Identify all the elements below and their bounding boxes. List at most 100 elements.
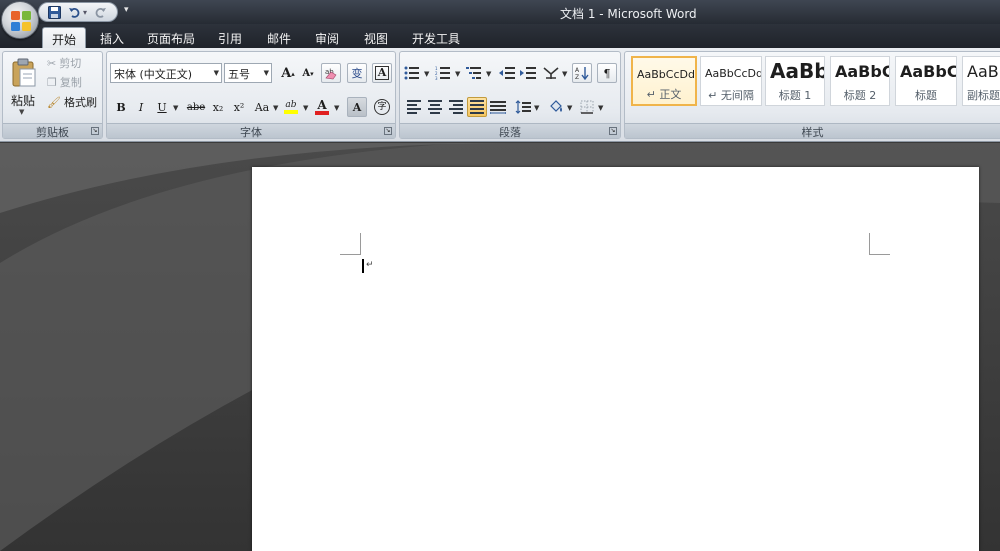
paste-icon[interactable] [11,58,37,88]
increase-indent-button[interactable] [518,63,538,83]
styles-gallery: AaBbCcDd ↵ 正文 AaBbCcDd ↵ 无间隔 AaBb 标题 1 A… [629,56,1000,108]
chinese-layout-button[interactable] [541,63,561,83]
decrease-indent-button[interactable] [497,63,517,83]
subscript-button[interactable]: x₂ [208,97,228,117]
chevron-down-icon: ▼ [213,69,219,77]
style-tile-heading-1[interactable]: AaBb 标题 1 [765,56,825,106]
tab-home[interactable]: 开始 [42,27,86,48]
style-tile-title[interactable]: AaBbC 标题 [895,56,957,106]
font-dialog-launcher-icon[interactable]: ↘ [384,127,392,135]
style-tile-no-spacing[interactable]: AaBbCcDd ↵ 无间隔 [700,56,762,106]
character-shading-button[interactable]: A [347,97,367,117]
font-color-dropdown-icon[interactable]: ▼ [334,104,339,112]
style-name: 标题 1 [778,89,812,102]
bullets-button[interactable] [402,63,422,83]
numbering-button[interactable]: 123 [433,63,453,83]
shrink-font-button[interactable]: A ▾ [298,63,318,83]
baidu-watermark: Bai 经验 jingyan.baidu.com [768,452,988,532]
style-sample: AaBbC [900,62,956,81]
highlight-color-swatch [284,109,298,114]
style-tile-heading-2[interactable]: AaBbC 标题 2 [830,56,890,106]
align-right-button[interactable] [446,97,466,117]
chinese-layout-dropdown-icon[interactable]: ▼ [562,70,567,78]
font-size-combo[interactable]: 五号 ▼ [224,63,272,83]
align-left-icon [407,98,421,116]
clipboard-group-label: 剪贴板 [3,123,102,139]
multilevel-list-icon [466,67,481,79]
change-case-dropdown-icon[interactable]: ▼ [273,104,278,112]
phonetic-guide-button[interactable]: 变 [347,63,367,83]
clear-formatting-button[interactable]: ab [321,63,341,83]
cut-button[interactable]: ✂ 剪切 [47,55,81,71]
underline-dropdown-icon[interactable]: ▼ [173,104,178,112]
undo-icon[interactable] [67,5,81,19]
multilevel-list-button[interactable] [464,63,484,83]
shading-button[interactable] [546,97,566,117]
tab-developer[interactable]: 开发工具 [406,27,466,48]
font-color-button[interactable]: A [312,97,332,117]
office-logo-icon [11,11,31,31]
character-border-button[interactable]: A [372,63,392,83]
numbering-dropdown-icon[interactable]: ▼ [455,70,460,78]
justify-icon [470,98,484,116]
tab-references[interactable]: 引用 [212,27,248,48]
style-sample: AaBb [770,59,824,83]
font-group: 宋体 (中文正文) ▼ 五号 ▼ A ▴ A ▾ ab 变 A B I U ▼ ab… [106,51,396,139]
highlight-dropdown-icon[interactable]: ▼ [303,104,308,112]
bold-button[interactable]: B [111,97,131,117]
line-spacing-dropdown-icon[interactable]: ▼ [534,104,539,112]
borders-dropdown-icon[interactable]: ▼ [598,104,603,112]
style-tile-normal[interactable]: AaBbCcDd ↵ 正文 [631,56,697,106]
paste-dropdown-icon[interactable]: ▼ [19,108,24,116]
tab-mailings[interactable]: 邮件 [261,27,297,48]
align-center-button[interactable] [425,97,445,117]
styles-group-label: 样式 [625,123,1000,139]
paragraph-group-label: 段落 [400,123,620,139]
line-spacing-button[interactable] [513,97,533,117]
superscript-button[interactable]: x² [229,97,249,117]
sort-button[interactable]: AZ [572,63,592,83]
font-name-value: 宋体 (中文正文) [114,68,193,81]
font-name-combo[interactable]: 宋体 (中文正文) ▼ [110,63,222,83]
font-color-icon: A [317,97,327,112]
font-group-label: 字体 [107,123,395,139]
paste-button-label[interactable]: 粘贴 [11,92,35,109]
copy-button[interactable]: ❐ 复制 [47,74,82,90]
justify-button[interactable] [467,97,487,117]
shading-dropdown-icon[interactable]: ▼ [567,104,572,112]
paragraph-group: ▼ 123 ▼ ▼ ▼ AZ ¶ ▼ ▼ ▼ 段落 ↘ [399,51,621,139]
redo-icon[interactable] [93,5,107,19]
text-highlight-button[interactable]: ab [281,97,301,117]
enclose-characters-button[interactable]: 字 [372,97,392,117]
align-left-button[interactable] [404,97,424,117]
svg-text:Z: Z [575,74,579,80]
save-icon[interactable] [47,5,61,19]
style-name: 标题 [915,89,937,102]
copy-label: 复制 [59,76,82,89]
format-painter-button[interactable]: 🖌 格式刷 [47,94,97,110]
borders-button[interactable] [577,97,597,117]
font-color-swatch [315,110,329,115]
multilevel-dropdown-icon[interactable]: ▼ [486,70,491,78]
italic-button[interactable]: I [131,97,151,117]
style-tile-subtitle[interactable]: AaBl 副标题 [962,56,1000,106]
underline-button[interactable]: U [152,97,172,117]
grow-font-button[interactable]: A ▴ [278,63,298,83]
watermark-url: jingyan.baidu.com [770,508,909,526]
bullets-dropdown-icon[interactable]: ▼ [424,70,429,78]
paragraph-dialog-launcher-icon[interactable]: ↘ [609,127,617,135]
tab-view[interactable]: 视图 [358,27,394,48]
change-case-button[interactable]: Aa [252,97,272,117]
cut-label: 剪切 [59,57,82,70]
clipboard-dialog-launcher-icon[interactable]: ↘ [91,127,99,135]
tab-page-layout[interactable]: 页面布局 [142,27,200,48]
tab-review[interactable]: 审阅 [309,27,345,48]
distributed-button[interactable] [488,97,508,117]
customize-qat-icon[interactable]: ▾ [124,5,129,15]
tab-insert[interactable]: 插入 [94,27,130,48]
strikethrough-button[interactable]: abe [186,97,206,117]
undo-dropdown-icon[interactable]: ▾ [83,8,87,17]
show-marks-button[interactable]: ¶ [597,63,617,83]
pilcrow-icon: ¶ [603,66,611,80]
office-button[interactable] [1,1,39,39]
